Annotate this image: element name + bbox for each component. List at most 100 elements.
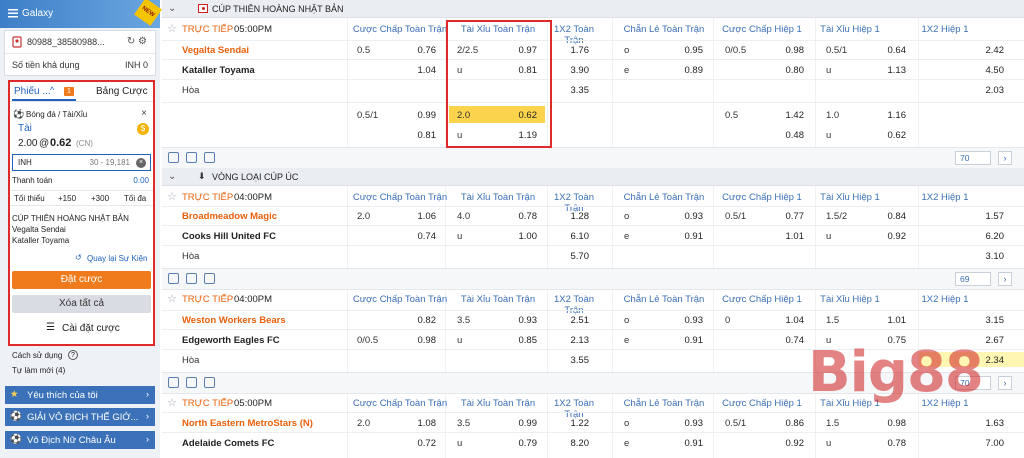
odds-cell[interactable]: 5.70: [549, 251, 590, 262]
odds-cell[interactable]: 6.10: [549, 231, 590, 242]
odds-cell[interactable]: 1.63: [964, 418, 1005, 429]
odds-cell[interactable]: 3.10: [964, 251, 1005, 262]
odds-cell[interactable]: 0.77: [764, 211, 805, 222]
odds-cell[interactable]: 0.93: [663, 315, 704, 326]
column-header[interactable]: Chẵn Lẻ Toàn Trận: [619, 294, 709, 305]
tab-bet-slip[interactable]: Phiếu ...: [14, 86, 51, 97]
column-header[interactable]: Chẵn Lẻ Toàn Trận: [619, 192, 709, 203]
odds-cell[interactable]: 0.74: [396, 231, 437, 242]
clear-icon[interactable]: ×: [136, 158, 146, 168]
odds-cell[interactable]: 3.35: [549, 85, 590, 96]
column-header[interactable]: Tài Xỉu Hiệp 1: [807, 192, 893, 203]
odds-cell[interactable]: 3.15: [964, 315, 1005, 326]
odds-cell[interactable]: 1.00: [497, 231, 538, 242]
place-bet-button[interactable]: Đặt cược: [12, 271, 151, 289]
galaxy-banner[interactable]: Galaxy NEW: [0, 0, 162, 28]
favorite-star-icon[interactable]: ☆: [167, 396, 177, 409]
odds-cell[interactable]: 1.08: [396, 418, 437, 429]
column-header[interactable]: Tài Xỉu Toàn Trận: [451, 192, 545, 203]
odds-cell[interactable]: 0.84: [866, 211, 907, 222]
odds-cell[interactable]: 1.13: [866, 65, 907, 76]
clear-all-button[interactable]: Xóa tất cả: [12, 295, 151, 313]
away-team[interactable]: Edgeworth Eagles FC: [182, 335, 280, 346]
odds-cell[interactable]: 1.57: [964, 211, 1005, 222]
column-header[interactable]: Chẵn Lẻ Toàn Trận: [619, 398, 709, 409]
odds-cell[interactable]: 1.04: [396, 65, 437, 76]
list-view-icon[interactable]: [168, 273, 179, 284]
odds-cell[interactable]: 7.00: [964, 438, 1005, 449]
column-header[interactable]: 1X2 Toàn Trận: [544, 398, 604, 420]
home-team[interactable]: North Eastern MetroStars (N): [182, 418, 313, 429]
help-icon[interactable]: ?: [68, 350, 78, 360]
odds-cell[interactable]: 0.80: [764, 65, 805, 76]
odds-cell[interactable]: 0.92: [764, 438, 805, 449]
odds-cell[interactable]: 0.98: [396, 335, 437, 346]
odds-cell[interactable]: 0.93: [663, 211, 704, 222]
tab-bet-list[interactable]: Bảng Cược: [96, 86, 148, 97]
away-team[interactable]: Kataller Toyama: [182, 65, 255, 76]
odds-cell[interactable]: 0.62: [866, 130, 907, 141]
close-icon[interactable]: ×: [141, 108, 147, 119]
favorite-star-icon[interactable]: ☆: [167, 292, 177, 305]
column-header[interactable]: 1X2 Hiệp 1: [895, 24, 995, 35]
odds-cell[interactable]: 1.04: [764, 315, 805, 326]
odds-cell[interactable]: 1.28: [549, 211, 590, 222]
column-header[interactable]: Cược Chấp Hiệp 1: [715, 192, 809, 203]
odds-cell[interactable]: 0.92: [866, 231, 907, 242]
collapse-chevron-icon[interactable]: ⌄: [168, 171, 176, 182]
stats-icon[interactable]: [186, 152, 197, 163]
more-bets-dropdown[interactable]: 70: [955, 151, 991, 165]
next-arrow-icon[interactable]: ›: [998, 151, 1012, 165]
odds-cell[interactable]: 0.48: [764, 130, 805, 141]
column-header[interactable]: 1X2 Hiệp 1: [895, 192, 995, 203]
column-header[interactable]: Tài Xỉu Hiệp 1: [807, 24, 893, 35]
live-refresh-icon[interactable]: [204, 273, 215, 284]
back-to-event-link[interactable]: Quay lại Sự Kiện: [87, 254, 148, 263]
odds-cell[interactable]: 0.78: [497, 211, 538, 222]
next-arrow-icon[interactable]: ›: [998, 376, 1012, 390]
odds-cell[interactable]: 0.85: [497, 335, 538, 346]
menu-world-cup[interactable]: ⚽ GIẢI VÔ ĐỊCH THẾ GIỚ... ›: [5, 408, 155, 426]
odds-cell[interactable]: 1.01: [866, 315, 907, 326]
odds-cell[interactable]: 0.86: [764, 418, 805, 429]
odds-cell[interactable]: 0.98: [866, 418, 907, 429]
odds-cell[interactable]: 2.51: [549, 315, 590, 326]
column-header[interactable]: Chẵn Lẻ Toàn Trận: [619, 24, 709, 35]
column-header[interactable]: 1X2 Toàn Trận: [544, 294, 604, 316]
odds-cell[interactable]: 0.98: [764, 45, 805, 56]
next-arrow-icon[interactable]: ›: [998, 272, 1012, 286]
odds-cell[interactable]: 3.55: [549, 355, 590, 366]
away-team[interactable]: Cooks Hill United FC: [182, 231, 276, 242]
odds-cell[interactable]: 0.81: [396, 130, 437, 141]
odds-cell[interactable]: 0.89: [663, 65, 704, 76]
column-header[interactable]: Cược Chấp Hiệp 1: [715, 294, 809, 305]
column-header[interactable]: Cược Chấp Toàn Trận: [350, 294, 450, 305]
live-refresh-icon[interactable]: [204, 152, 215, 163]
odds-cell[interactable]: 0.99: [396, 110, 437, 121]
column-header[interactable]: Tài Xỉu Hiệp 1: [807, 294, 893, 305]
quick-150[interactable]: +150: [58, 194, 76, 203]
odds-cell[interactable]: 2.13: [549, 335, 590, 346]
odds-cell[interactable]: 6.20: [964, 231, 1005, 242]
menu-euro-women[interactable]: ⚽ Vô Địch Nữ Châu Âu ›: [5, 431, 155, 449]
refresh-icon[interactable]: ↻ ⚙: [127, 36, 147, 47]
stats-icon[interactable]: [186, 377, 197, 388]
quick-max[interactable]: Tối đa: [124, 194, 146, 203]
odds-cell[interactable]: 0.93: [663, 418, 704, 429]
odds-cell[interactable]: 0.99: [497, 418, 538, 429]
odds-cell[interactable]: 0.91: [663, 231, 704, 242]
quick-300[interactable]: +300: [91, 194, 109, 203]
odds-cell[interactable]: 2.03: [964, 85, 1005, 96]
away-team[interactable]: Adelaide Comets FC: [182, 438, 274, 449]
column-header[interactable]: 1X2 Toàn Trận: [544, 24, 604, 46]
odds-cell[interactable]: 1.16: [866, 110, 907, 121]
odds-cell[interactable]: 2.42: [964, 45, 1005, 56]
column-header[interactable]: Tài Xỉu Toàn Trận: [451, 398, 545, 409]
odds-cell[interactable]: 0.72: [396, 438, 437, 449]
favorite-star-icon[interactable]: ☆: [167, 190, 177, 203]
home-team[interactable]: Vegalta Sendai: [182, 45, 249, 56]
column-header[interactable]: Cược Chấp Hiệp 1: [715, 24, 809, 35]
odds-cell[interactable]: 0.93: [497, 315, 538, 326]
odds-cell[interactable]: 1.06: [396, 211, 437, 222]
odds-cell[interactable]: 0.91: [663, 438, 704, 449]
